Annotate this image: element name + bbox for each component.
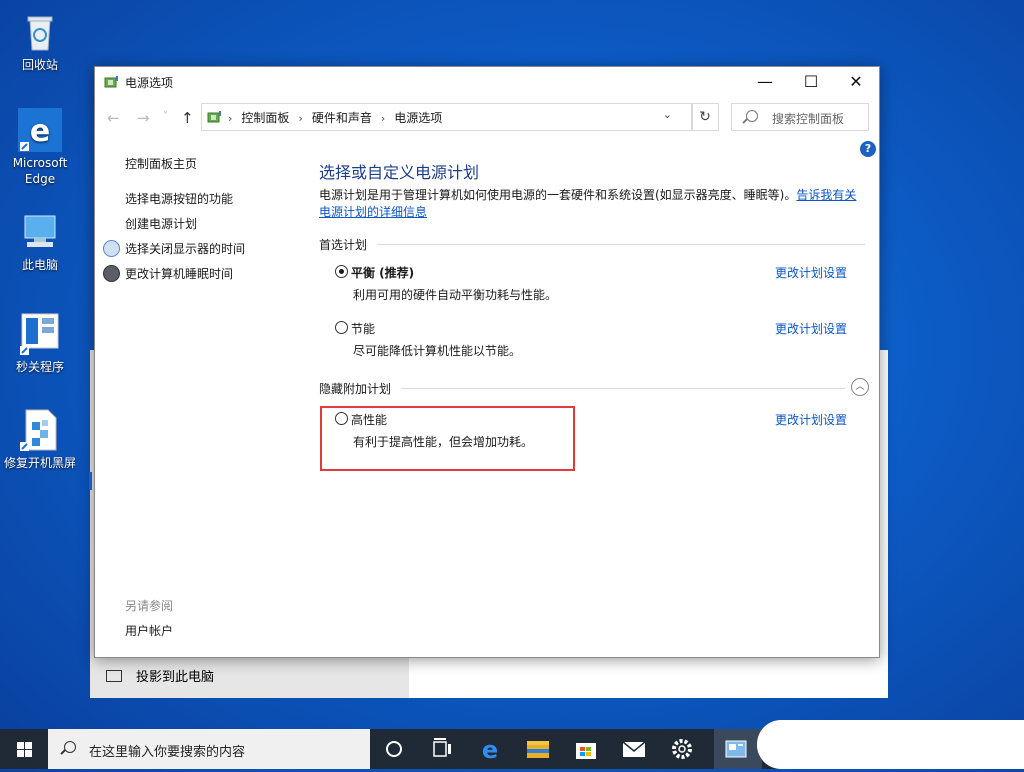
- shortcut-app-icon: [18, 312, 62, 356]
- task-view-icon[interactable]: [418, 729, 466, 769]
- power-options-window: 电源选项 — ☐ ✕ ← → ˅ ↑ › 控制面板 › 硬件和声音 › 电源选项 ⌄ ↻ …: [94, 66, 880, 658]
- collapse-up-icon[interactable]: ︿: [851, 378, 869, 396]
- change-plan-settings-power-saver-link[interactable]: 更改计划设置: [775, 320, 847, 337]
- create-power-plan-link[interactable]: 创建电源计划: [125, 215, 197, 232]
- breadcrumb-separator-icon: ›: [298, 112, 303, 125]
- system-tray-area: [757, 720, 1024, 769]
- minimize-button[interactable]: —: [742, 67, 788, 97]
- recent-locations-button[interactable]: ˅: [163, 111, 168, 122]
- breadcrumb: › 控制面板 › 硬件和声音 › 电源选项: [228, 109, 442, 126]
- edge-icon[interactable]: e: [466, 729, 514, 769]
- preferred-plans-heading: 首选计划: [319, 238, 368, 252]
- breadcrumb-separator-icon: ›: [380, 112, 386, 125]
- choose-power-button-link[interactable]: 选择电源按钮的功能: [125, 190, 233, 207]
- search-icon: [746, 110, 758, 122]
- plan-balanced-desc: 利用可用的硬件自动平衡功耗与性能。: [353, 288, 558, 302]
- taskbar-search-placeholder: 在这里输入你要搜索的内容: [89, 745, 246, 760]
- desktop-icon-repair-tool[interactable]: 修复开机黑屏: [0, 408, 80, 471]
- plan-power-saver-radio[interactable]: [335, 321, 348, 334]
- file-explorer-icon[interactable]: [514, 729, 562, 769]
- breadcrumb-separator-icon: ›: [228, 112, 233, 125]
- desktop-icon-label: 回收站: [21, 58, 58, 72]
- sleep-time-label: 更改计算机睡眠时间: [125, 267, 234, 281]
- desktop-icon-recycle-bin[interactable]: 回收站: [0, 10, 80, 73]
- close-button[interactable]: ✕: [833, 67, 879, 97]
- control-panel-location-icon: [207, 109, 223, 125]
- control-panel-home-link[interactable]: 控制面板主页: [125, 155, 197, 172]
- taskbar-search-input[interactable]: 在这里输入你要搜索的内容: [48, 729, 370, 769]
- plan-power-saver-name: 节能: [351, 322, 376, 336]
- desktop-icon-edge[interactable]: e Microsoft Edge: [0, 108, 80, 187]
- sleep-time-link[interactable]: 更改计算机睡眠时间: [103, 265, 234, 282]
- divider: [377, 244, 865, 245]
- change-plan-settings-balanced-link[interactable]: 更改计划设置: [775, 264, 847, 281]
- plan-balanced-name: 平衡 (推荐): [351, 266, 415, 280]
- change-plan-settings-high-performance-link[interactable]: 更改计划设置: [775, 411, 847, 428]
- desktop-icon-label: 修复开机黑屏: [3, 456, 76, 470]
- edge-icon: e: [18, 108, 62, 152]
- forward-button[interactable]: →: [137, 109, 150, 127]
- mail-icon[interactable]: [610, 729, 658, 769]
- this-pc-icon: [18, 210, 62, 254]
- title-bar[interactable]: 电源选项 — ☐ ✕: [95, 67, 879, 97]
- plan-power-saver-desc: 尽可能降低计算机性能以节能。: [353, 344, 522, 358]
- see-also-heading: 另请参阅: [125, 599, 174, 613]
- desktop-icon-label: Microsoft Edge: [12, 156, 68, 186]
- plan-balanced-radio[interactable]: [335, 265, 348, 278]
- desktop-icon-label: 秒关程序: [15, 360, 64, 374]
- svg-text:e: e: [30, 114, 50, 149]
- desktop-icon-shortcut-app[interactable]: 秒关程序: [0, 312, 80, 375]
- power-options-icon: [104, 74, 120, 90]
- cortana-icon[interactable]: [370, 729, 418, 769]
- start-button[interactable]: [0, 729, 48, 769]
- projector-icon: [106, 670, 122, 682]
- address-bar[interactable]: › 控制面板 › 硬件和声音 › 电源选项 ⌄: [201, 103, 693, 131]
- search-input[interactable]: 搜索控制面板: [731, 103, 869, 131]
- page-title: 选择或自定义电源计划: [319, 163, 480, 182]
- background-accent-indicator: [89, 472, 92, 490]
- display-off-time-label: 选择关闭显示器的时间: [125, 242, 246, 256]
- search-icon: [64, 741, 76, 753]
- refresh-button[interactable]: ↻: [691, 103, 719, 131]
- navigation-bar: ← → ˅ ↑ › 控制面板 › 硬件和声音 › 电源选项 ⌄ ↻ 搜索控制面板: [95, 101, 879, 133]
- recycle-bin-icon: [18, 10, 62, 54]
- help-icon[interactable]: ?: [860, 141, 876, 157]
- search-placeholder: 搜索控制面板: [772, 112, 845, 126]
- user-accounts-link[interactable]: 用户帐户: [125, 622, 173, 639]
- breadcrumb-control-panel[interactable]: 控制面板: [241, 111, 289, 125]
- hidden-plans-heading: 隐藏附加计划: [319, 382, 392, 396]
- moon-icon: [103, 265, 120, 282]
- project-to-this-pc-label: 投影到此电脑: [136, 670, 215, 685]
- desktop-icon-this-pc[interactable]: 此电脑: [0, 210, 80, 273]
- svg-text:e: e: [482, 736, 498, 764]
- display-off-time-link[interactable]: 选择关闭显示器的时间: [103, 240, 246, 257]
- desktop-icon-label: 此电脑: [21, 258, 58, 272]
- divider: [401, 388, 845, 389]
- back-button[interactable]: ←: [107, 109, 120, 127]
- store-icon[interactable]: [562, 729, 610, 769]
- up-button[interactable]: ↑: [181, 109, 194, 127]
- maximize-button[interactable]: ☐: [788, 67, 834, 97]
- control-panel-icon[interactable]: [714, 729, 762, 769]
- project-to-this-pc-item[interactable]: 投影到此电脑: [106, 666, 214, 685]
- repair-tool-icon: [18, 408, 62, 452]
- breadcrumb-hardware-sound[interactable]: 硬件和声音: [312, 111, 372, 125]
- display-clock-icon: [103, 240, 120, 257]
- power-plan-description: 电源计划是用于管理计算机如何使用电源的一套硬件和系统设置(如显示器亮度、睡眠等)…: [319, 187, 867, 221]
- settings-icon[interactable]: [658, 729, 706, 769]
- breadcrumb-power-options[interactable]: 电源选项: [394, 111, 442, 125]
- description-text: 电源计划是用于管理计算机如何使用电源的一套硬件和系统设置(如显示器亮度、睡眠等)…: [319, 188, 797, 202]
- chevron-down-icon[interactable]: ⌄: [663, 108, 672, 121]
- window-title: 电源选项: [125, 76, 174, 90]
- highlight-box: [320, 406, 575, 471]
